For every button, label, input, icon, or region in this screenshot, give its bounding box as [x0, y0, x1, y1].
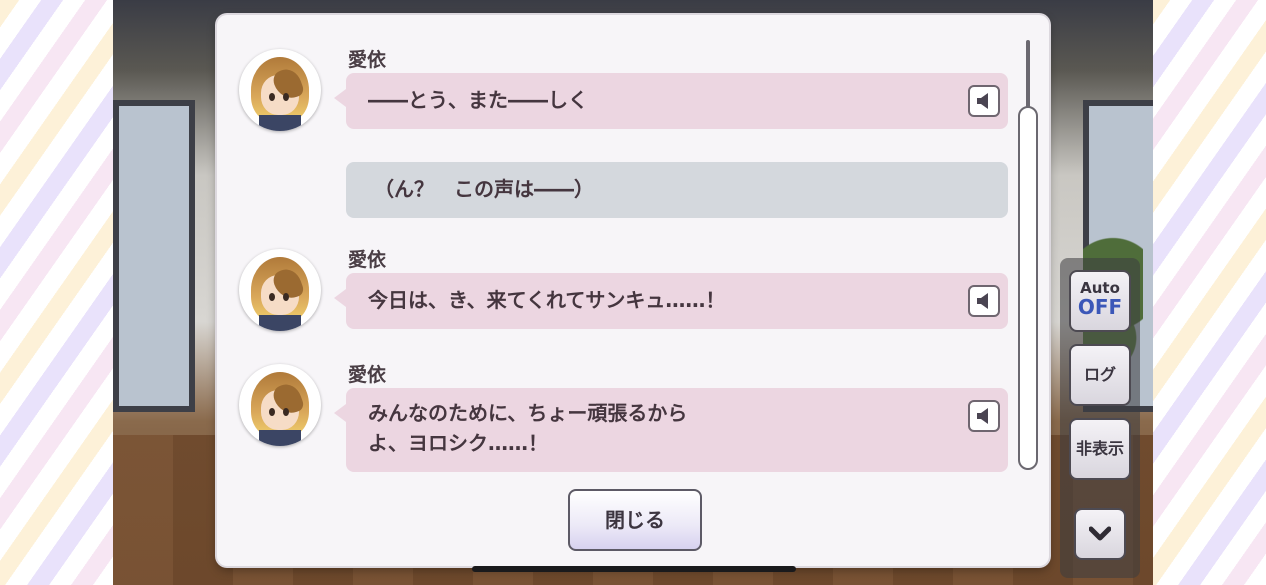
narration-bubble: （ん？ この声は――）: [346, 162, 1008, 218]
dialogue-bubble: 今日は、き、来てくれてサンキュ……！: [334, 273, 1008, 329]
hide-label: 非表示: [1075, 439, 1124, 458]
log-label: ログ: [1083, 365, 1116, 384]
narration-text: （ん？ この声は――）: [374, 177, 594, 201]
scene-window: [113, 100, 195, 412]
auto-label: Auto: [1080, 279, 1120, 297]
voice-replay-button[interactable]: [968, 400, 1000, 432]
dialogue-text: みんなのために、ちょー頑張るから: [368, 401, 688, 425]
dialogue-bubble: みんなのために、ちょー頑張るから よ、ヨロシク……！: [334, 388, 1008, 472]
character-avatar: [239, 364, 321, 446]
dialogue-text: ――とう、また――しく: [368, 88, 588, 112]
voice-replay-button[interactable]: [968, 85, 1000, 117]
log-button[interactable]: ログ: [1069, 344, 1131, 406]
close-button[interactable]: 閉じる: [568, 489, 702, 551]
left-stripe-decoration: [0, 0, 115, 585]
speaker-name: 愛依: [348, 364, 387, 386]
speaker-icon: [977, 93, 988, 109]
home-indicator: [472, 566, 796, 572]
dialogue-bubble: ――とう、また――しく: [334, 73, 1008, 129]
dialogue-text: よ、ヨロシク……！: [368, 431, 548, 455]
speaker-icon: [977, 293, 988, 309]
log-scrollbar[interactable]: [1018, 40, 1038, 470]
character-avatar: [239, 49, 321, 131]
dialogue-text: 今日は、き、来てくれてサンキュ……！: [368, 288, 726, 312]
side-controls: Auto OFF ログ 非表示: [1060, 258, 1140, 578]
backlog-panel[interactable]: 愛依 ――とう、また――しく （ん？ この声は――） 愛依 今日は、き、来てくれ…: [217, 15, 1049, 566]
chevron-down-icon: [1089, 526, 1111, 541]
speaker-name: 愛依: [348, 249, 387, 271]
right-stripe-decoration: [1148, 0, 1266, 585]
speaker-name: 愛依: [348, 49, 387, 71]
character-avatar: [239, 249, 321, 331]
speaker-icon: [977, 408, 988, 424]
scrollbar-thumb[interactable]: [1018, 106, 1038, 470]
auto-state: OFF: [1077, 295, 1123, 319]
voice-replay-button[interactable]: [968, 285, 1000, 317]
hide-button[interactable]: 非表示: [1069, 418, 1131, 480]
auto-toggle-button[interactable]: Auto OFF: [1069, 270, 1131, 332]
menu-toggle-button[interactable]: [1074, 508, 1126, 560]
